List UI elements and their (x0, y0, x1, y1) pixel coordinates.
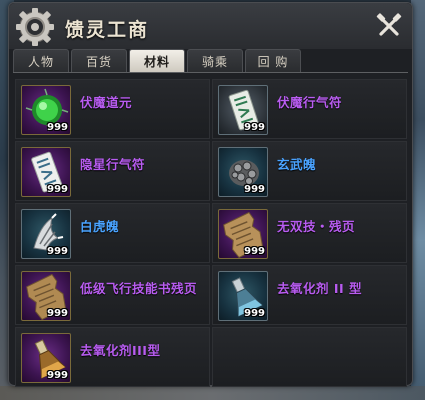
item-name: 低级飞行技能书残页 (80, 281, 198, 296)
empty-item-slot (212, 327, 407, 387)
tab-characters[interactable]: 人物 (13, 49, 69, 72)
item-icon-frame: 999 (21, 333, 71, 383)
item-quantity: 999 (244, 184, 265, 195)
background-right-scenery (411, 0, 425, 400)
item-slot[interactable]: 999 伏魔行气符 (212, 79, 407, 139)
tab-buyback[interactable]: 回 购 (245, 49, 301, 72)
item-slot[interactable]: 999 去氧化剂 II 型 (212, 265, 407, 325)
item-quantity: 999 (244, 246, 265, 257)
item-quantity: 999 (47, 122, 68, 133)
item-slot[interactable]: 999 低级飞行技能书残页 (15, 265, 210, 325)
tab-bar: 人物 百货 材料 骑乘 回 购 (13, 49, 408, 73)
tab-general-goods[interactable]: 百货 (71, 49, 127, 72)
window-titlebar: 馈灵工商 (9, 3, 412, 49)
item-name: 伏魔行气符 (277, 95, 343, 110)
window-title: 馈灵工商 (65, 19, 150, 41)
item-grid: 999 伏魔道元 999 伏魔行气符 999 隐星行气符 999 玄武魄 999… (15, 79, 407, 387)
item-slot[interactable]: 999 玄武魄 (212, 141, 407, 201)
item-name: 伏魔道元 (80, 95, 133, 110)
tab-mounts[interactable]: 骑乘 (187, 49, 243, 72)
item-name: 白虎魄 (80, 219, 120, 234)
item-name: 玄武魄 (277, 157, 317, 172)
crossed-tools-icon[interactable] (376, 13, 402, 39)
item-quantity: 999 (244, 308, 265, 319)
item-icon-frame: 999 (218, 271, 268, 321)
item-icon-frame: 999 (21, 147, 71, 197)
item-name: 隐星行气符 (80, 157, 146, 172)
gear-icon (16, 8, 54, 46)
item-slot[interactable]: 999 去氧化剂III型 (15, 327, 210, 387)
item-slot[interactable]: 999 隐星行气符 (15, 141, 210, 201)
item-icon-frame: 999 (218, 147, 268, 197)
item-quantity: 999 (47, 246, 68, 257)
item-quantity: 999 (47, 370, 68, 381)
item-slot[interactable]: 999 伏魔道元 (15, 79, 210, 139)
item-quantity: 999 (47, 308, 68, 319)
item-slot[interactable]: 999 白虎魄 (15, 203, 210, 263)
tab-materials[interactable]: 材料 (129, 49, 185, 72)
item-slot[interactable]: 999 无双技・残页 (212, 203, 407, 263)
item-icon-frame: 999 (21, 271, 71, 321)
item-name: 去氧化剂III型 (80, 343, 161, 358)
item-name: 无双技・残页 (277, 219, 356, 234)
item-quantity: 999 (47, 184, 68, 195)
background-bottom-scenery (0, 386, 425, 400)
shop-window: 馈灵工商 人物 百货 材料 骑乘 回 购 999 伏魔道元 999 伏魔行气符 … (8, 2, 413, 387)
item-quantity: 999 (244, 122, 265, 133)
item-icon-frame: 999 (218, 209, 268, 259)
item-icon-frame: 999 (21, 209, 71, 259)
item-icon-frame: 999 (218, 85, 268, 135)
item-icon-frame: 999 (21, 85, 71, 135)
item-name: 去氧化剂 II 型 (277, 281, 363, 296)
